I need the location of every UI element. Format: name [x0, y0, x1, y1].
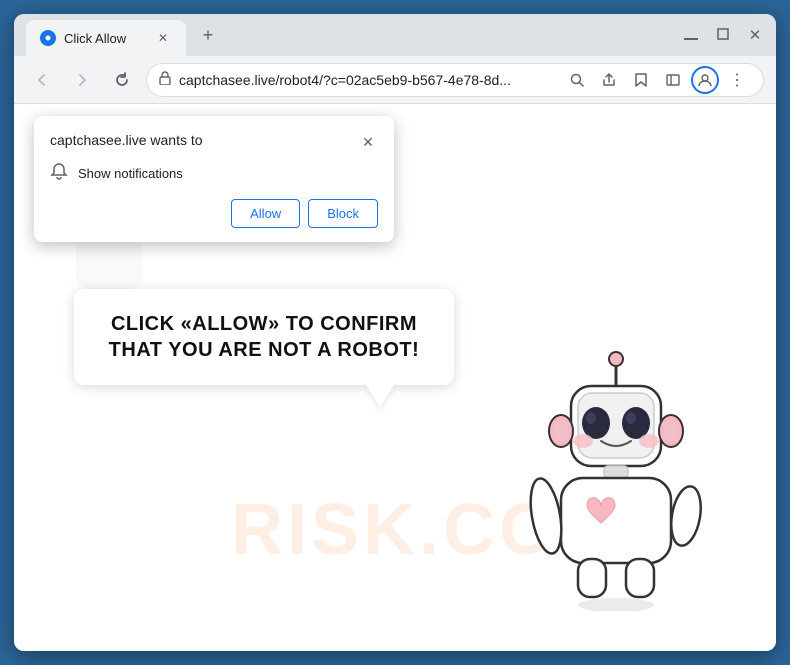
robot-svg — [516, 351, 716, 611]
minimize-button[interactable] — [682, 28, 700, 43]
page-content: RISK.CO captchasee.live wants to ✕ Show … — [14, 104, 776, 651]
share-button[interactable] — [595, 66, 623, 94]
bookmark-button[interactable] — [627, 66, 655, 94]
browser-window: Click Allow ✕ + ✕ captchase — [14, 14, 776, 651]
maximize-button[interactable] — [714, 28, 732, 43]
popup-header: captchasee.live wants to ✕ — [50, 132, 378, 152]
back-button[interactable] — [26, 64, 58, 96]
address-actions: ⋮ — [563, 66, 751, 94]
browser-tab[interactable]: Click Allow ✕ — [26, 20, 186, 56]
tab-favicon — [40, 30, 56, 46]
profile-button[interactable] — [691, 66, 719, 94]
reload-button[interactable] — [106, 64, 138, 96]
speech-bubble: CLICK «ALLOW» TO CONFIRM THAT YOU ARE NO… — [74, 289, 454, 385]
bell-icon — [50, 162, 68, 185]
popup-title: captchasee.live wants to — [50, 132, 203, 148]
bubble-text: CLICK «ALLOW» TO CONFIRM THAT YOU ARE NO… — [102, 311, 426, 363]
allow-button[interactable]: Allow — [231, 199, 300, 228]
address-bar[interactable]: captchasee.live/robot4/?c=02ac5eb9-b567-… — [146, 63, 764, 97]
popup-close-button[interactable]: ✕ — [358, 132, 378, 152]
forward-button[interactable] — [66, 64, 98, 96]
sidebar-button[interactable] — [659, 66, 687, 94]
tab-title: Click Allow — [64, 31, 126, 46]
block-button[interactable]: Block — [308, 199, 378, 228]
popup-notification-text: Show notifications — [78, 166, 183, 181]
navigation-bar: captchasee.live/robot4/?c=02ac5eb9-b567-… — [14, 56, 776, 104]
address-text: captchasee.live/robot4/?c=02ac5eb9-b567-… — [179, 72, 555, 88]
menu-button[interactable]: ⋮ — [723, 66, 751, 94]
lock-icon — [159, 71, 171, 88]
new-tab-button[interactable]: + — [194, 21, 222, 49]
robot-character — [516, 351, 716, 611]
popup-notification-row: Show notifications — [50, 162, 378, 185]
tab-close-button[interactable]: ✕ — [154, 29, 172, 47]
close-button[interactable]: ✕ — [746, 26, 764, 44]
search-button[interactable] — [563, 66, 591, 94]
window-controls: ✕ — [682, 26, 764, 44]
title-bar: Click Allow ✕ + ✕ — [14, 14, 776, 56]
watermark: RISK.CO — [231, 489, 559, 571]
popup-buttons: Allow Block — [50, 199, 378, 228]
notification-popup: captchasee.live wants to ✕ Show notifica… — [34, 116, 394, 242]
